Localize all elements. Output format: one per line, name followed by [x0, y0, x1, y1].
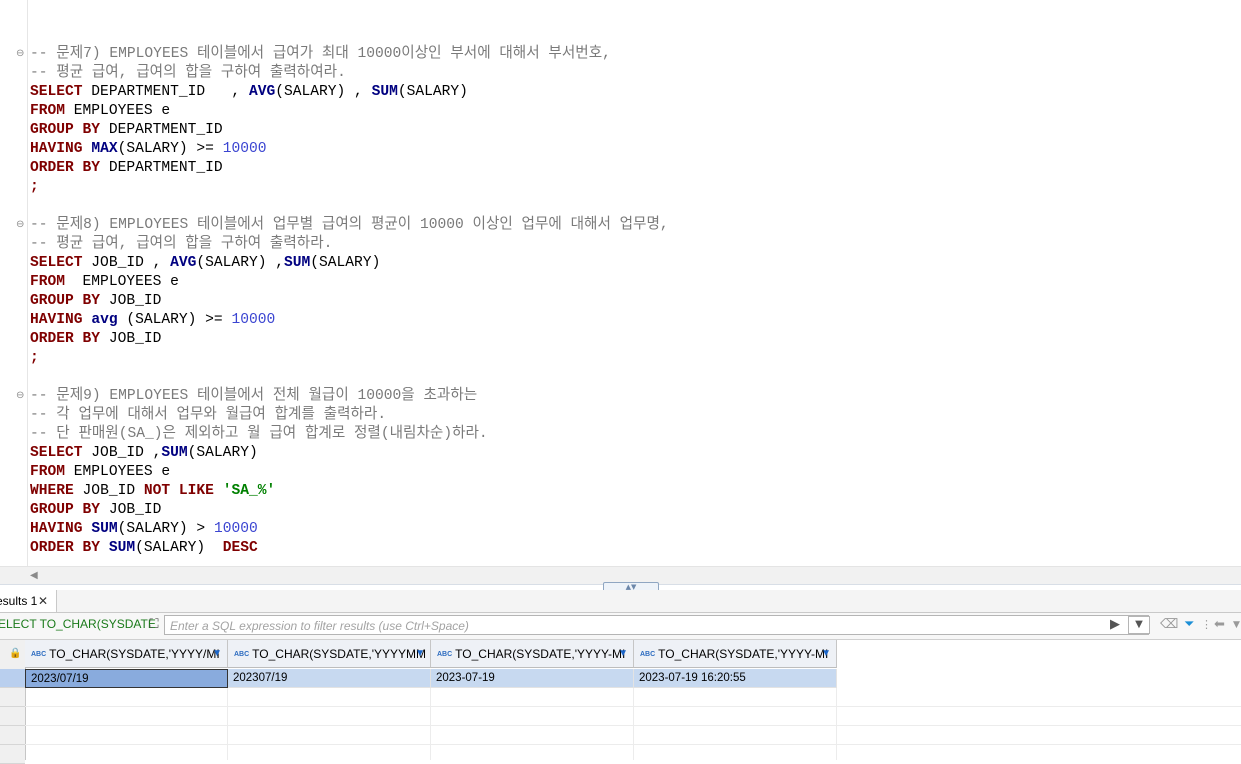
- code-line: ;: [30, 179, 39, 195]
- back-arrow-icon[interactable]: ⬅: [1214, 617, 1225, 633]
- code-line: HAVING avg (SALARY) >= 10000: [30, 312, 276, 328]
- comment-line: -- 문제8) EMPLOYEES 테이블에서 업무별 급여의 평균이 1000…: [30, 217, 669, 233]
- close-icon[interactable]: ✕: [38, 590, 48, 612]
- code-line: SELECT DEPARTMENT_ID , AVG(SALARY) , SUM…: [30, 84, 468, 100]
- text-type-icon: ABC: [234, 650, 250, 658]
- code-line: GROUP BY DEPARTMENT_ID: [30, 122, 223, 138]
- filter-history-dropdown-icon[interactable]: ▼: [1128, 616, 1150, 634]
- code-line: HAVING SUM(SALARY) > 10000: [30, 521, 258, 537]
- column-dropdown-icon[interactable]: ▼: [618, 640, 628, 667]
- fold-collapse-icon[interactable]: ⊖: [16, 49, 26, 59]
- column-header-label: TO_CHAR(SYSDATE,'YYYY-MI: [658, 647, 829, 661]
- code-line: WHERE JOB_ID NOT LIKE 'SA_%': [30, 483, 276, 499]
- chevron-down-icon[interactable]: ▼: [1233, 617, 1240, 633]
- row-header: [0, 745, 25, 764]
- row-header: [0, 726, 25, 745]
- code-line: GROUP BY JOB_ID: [30, 293, 162, 309]
- lock-icon: 🔒: [9, 648, 22, 659]
- code-line: FROM EMPLOYEES e: [30, 464, 171, 480]
- filter-input[interactable]: Enter a SQL expression to filter results…: [164, 615, 1149, 635]
- grid-divider: [430, 688, 431, 760]
- row-header: [0, 707, 25, 726]
- text-type-icon: ABC: [437, 650, 453, 658]
- column-dropdown-icon[interactable]: ▼: [415, 640, 425, 667]
- editor-gutter-line: [27, 0, 28, 566]
- column-header-label: TO_CHAR(SYSDATE,'YYYYMM: [252, 647, 427, 661]
- code-line: FROM EMPLOYEES e: [30, 274, 179, 290]
- code-line: ;: [30, 350, 39, 366]
- row-header[interactable]: [0, 669, 25, 688]
- column-dropdown-icon[interactable]: ▼: [821, 640, 831, 667]
- sql-editor[interactable]: ⊖ -- 문제7) EMPLOYEES 테이블에서 급여가 최대 10000이상…: [0, 0, 1241, 566]
- apply-filter-icon[interactable]: ▶: [1110, 617, 1120, 633]
- column-dropdown-icon[interactable]: ▼: [212, 640, 222, 667]
- comment-line: -- 평균 급여, 급여의 합을 구하여 출력하라.: [30, 236, 333, 252]
- comment-line: -- 문제7) EMPLOYEES 테이블에서 급여가 최대 10000이상인 …: [30, 46, 611, 62]
- comment-line: -- 각 업무에 대해서 업무와 월급여 합계를 출력하라.: [30, 407, 387, 423]
- table-cell[interactable]: 2023-07-19: [431, 669, 634, 688]
- results-grid[interactable]: 🔒 ABC TO_CHAR(SYSDATE,'YYYY/MI ▼ ABC TO_CH…: [0, 640, 1241, 764]
- expand-icon[interactable]: ⛶: [146, 617, 162, 633]
- grid-divider: [227, 688, 228, 760]
- tab-label: esults 1: [0, 594, 38, 608]
- query-preview: ELECT TO_CHAR(SYSDATE: [0, 617, 156, 631]
- fold-collapse-icon[interactable]: ⊖: [16, 220, 26, 230]
- code-line: ORDER BY DEPARTMENT_ID: [30, 160, 223, 176]
- table-cell[interactable]: 2023-07-19 16:20:55: [634, 669, 837, 688]
- text-type-icon: ABC: [31, 650, 47, 658]
- code-line: FROM EMPLOYEES e: [30, 103, 171, 119]
- code-line: GROUP BY JOB_ID: [30, 502, 162, 518]
- code-line: ORDER BY SUM(SALARY) DESC: [30, 540, 258, 556]
- column-header[interactable]: ABC TO_CHAR(SYSDATE,'YYYY-MI ▼: [634, 640, 837, 668]
- scroll-left-icon[interactable]: ◀: [30, 570, 38, 581]
- code-line: SELECT JOB_ID , AVG(SALARY) ,SUM(SALARY): [30, 255, 381, 271]
- column-header[interactable]: ABC TO_CHAR(SYSDATE,'YYYY-MI ▼: [431, 640, 634, 668]
- tab-results-1[interactable]: esults 1 ✕: [0, 590, 57, 613]
- column-header[interactable]: ABC TO_CHAR(SYSDATE,'YYYY/MI ▼: [25, 640, 228, 668]
- eraser-icon[interactable]: ⌫: [1160, 617, 1178, 633]
- code-line: ORDER BY JOB_ID: [30, 331, 162, 347]
- more-icon[interactable]: ⋮: [1201, 617, 1212, 633]
- comment-line: -- 평균 급여, 급여의 합을 구하여 출력하여라.: [30, 65, 346, 81]
- filter-toolbar: ELECT TO_CHAR(SYSDATE ⛶ Enter a SQL expr…: [0, 613, 1241, 640]
- comment-line: -- 문제9) EMPLOYEES 테이블에서 전체 월급이 10000을 초과…: [30, 388, 478, 404]
- column-header-label: TO_CHAR(SYSDATE,'YYYY-MI: [455, 647, 626, 661]
- funnel-icon[interactable]: ⏷: [1184, 617, 1194, 633]
- column-header[interactable]: ABC TO_CHAR(SYSDATE,'YYYYMM ▼: [228, 640, 431, 668]
- column-header-label: TO_CHAR(SYSDATE,'YYYY/MI: [49, 647, 220, 661]
- comment-line: -- 단 판매원(SA_)은 제외하고 월 급여 합계로 정렬(내림차순)하라.: [30, 426, 488, 442]
- results-tab-bar: esults 1 ✕: [0, 590, 1241, 613]
- row-header: [0, 688, 25, 707]
- table-cell[interactable]: 2023/07/19: [25, 669, 228, 688]
- fold-collapse-icon[interactable]: ⊖: [16, 391, 26, 401]
- grid-divider: [836, 688, 837, 760]
- table-cell[interactable]: 202307/19: [228, 669, 431, 688]
- text-type-icon: ABC: [640, 650, 656, 658]
- code-line: HAVING MAX(SALARY) >= 10000: [30, 141, 267, 157]
- code-line: SELECT JOB_ID ,SUM(SALARY): [30, 445, 258, 461]
- grid-divider: [633, 688, 634, 760]
